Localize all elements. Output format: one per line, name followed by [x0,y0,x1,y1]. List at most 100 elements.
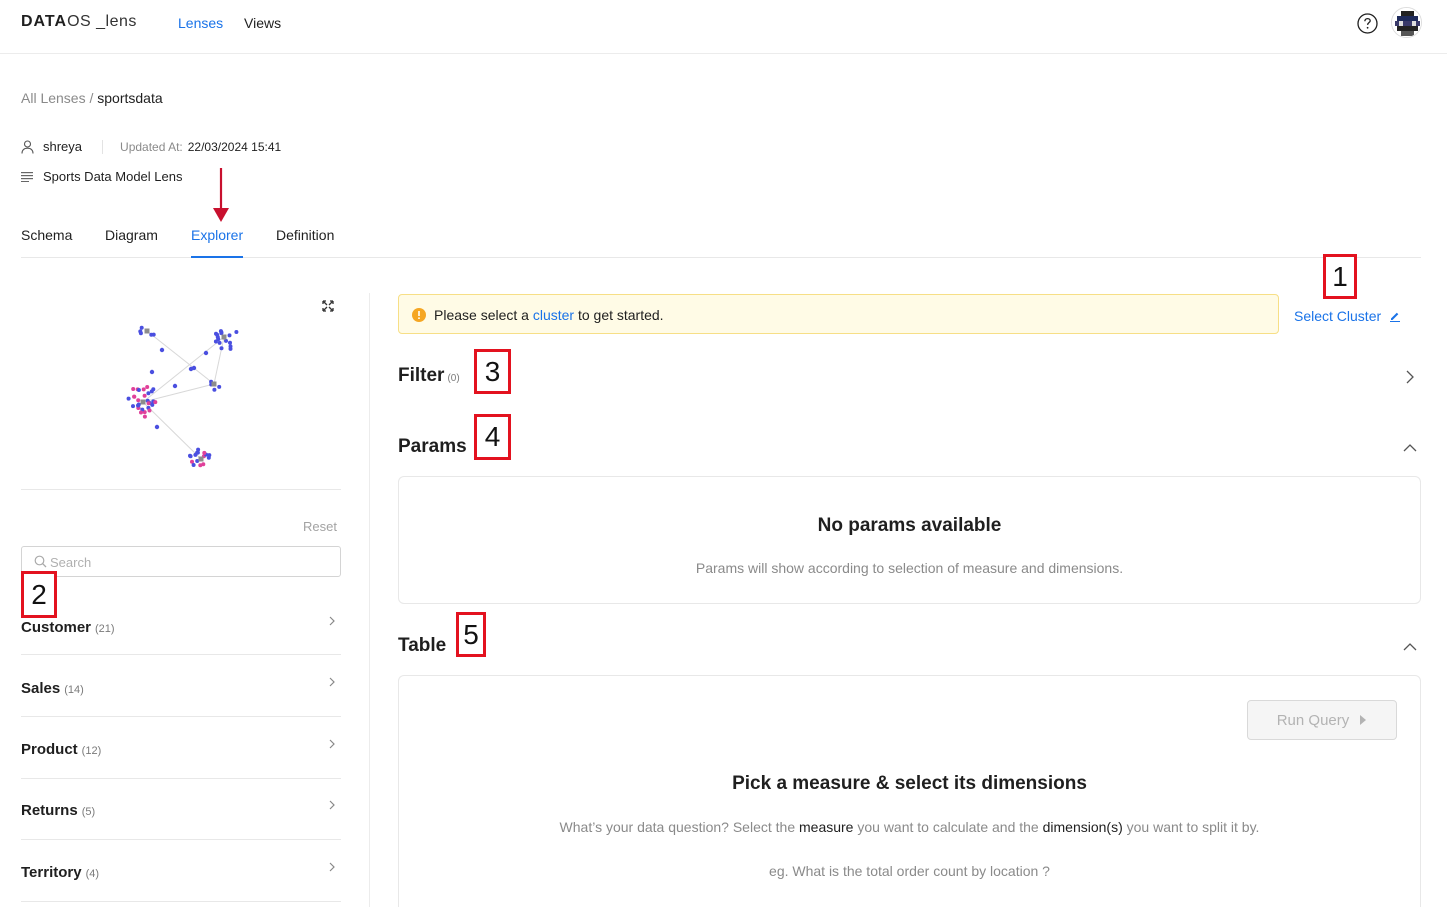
breadcrumb-separator: / [89,90,94,106]
alert-text: Please select a cluster to get started. [434,307,664,323]
expand-icon[interactable] [321,299,335,313]
graph-node [132,394,137,399]
chevron-right-icon[interactable] [1403,370,1417,384]
annotation-5: 5 [456,612,486,657]
entity-name: Product [21,741,78,758]
entity-count: (14) [64,684,84,696]
search-input[interactable] [50,552,330,572]
tab-schema[interactable]: Schema [21,227,72,258]
graph-node [146,391,151,396]
graph-node [136,402,141,407]
entity-name: Sales [21,680,61,697]
graph-node [136,388,141,392]
chevron-right-icon [329,616,335,626]
graph-node [217,340,222,345]
graph-edge [142,401,202,460]
graph-node [172,383,178,389]
table-empty-title: Pick a measure & select its dimensions [732,773,1087,794]
subtitle-part: you want to calculate and the [857,819,1039,835]
description-lines-icon [21,171,33,182]
filter-title: Filter [398,365,445,386]
entity-sales[interactable]: Sales (14) [21,655,341,717]
avatar-image [1392,8,1421,37]
logo-suffix-text: _lens [96,13,137,30]
red-arrow-annotation [213,168,229,222]
graph-node [149,369,155,375]
updated-at-label: Updated At: [120,139,183,154]
entity-count: (4) [85,868,100,880]
meta-divider [102,139,104,154]
graph-node [139,325,144,330]
reset-button[interactable]: Reset [303,519,337,534]
table-example-text: eg. What is the total order count by loc… [769,863,1050,879]
breadcrumb-current: sportsdata [97,90,163,106]
graph-node [206,455,211,460]
entity-label: Territory (4) [21,864,99,881]
params-section-title[interactable]: Params [398,436,467,458]
select-cluster-alert: Please select a cluster to get started. [398,294,1279,334]
dataos-lens-logo[interactable]: DATAOS _lens [21,13,137,31]
chevron-right-icon [329,800,335,810]
graph-node [203,350,209,356]
tab-explorer[interactable]: Explorer [191,227,244,258]
entity-name: Territory [21,864,82,881]
table-card: Run Query Pick a measure & select its di… [398,675,1421,907]
entity-label: Product (12) [21,741,101,758]
params-empty-title: No params available [817,515,1002,536]
entity-count: (5) [81,806,96,818]
alert-cluster-link[interactable]: cluster [533,307,574,323]
graph-node [139,410,143,415]
graph-node [153,400,158,405]
entity-label: Sales (14) [21,680,84,697]
graph-node [219,346,224,351]
entity-territory[interactable]: Territory (4) [21,840,341,902]
tab-diagram[interactable]: Diagram [105,227,158,258]
lens-tabs: Schema Diagram Explorer Definition [21,227,1421,258]
graph-node [136,398,141,403]
select-cluster-button[interactable]: Select Cluster [1294,308,1401,324]
graph-node [217,384,222,389]
lens-description: Sports Data Model Lens [43,169,183,184]
chevron-right-icon [329,862,335,872]
graph-node [141,387,146,392]
user-avatar[interactable] [1391,7,1422,38]
entity-label: Returns (5) [21,802,95,819]
chevron-up-icon[interactable] [1403,640,1417,654]
subtitle-part: What’s your data question? Select the [559,819,796,835]
top-bar: DATAOS _lens Lenses Views [0,0,1447,54]
graph-hub-node [198,456,204,462]
tab-definition[interactable]: Definition [276,227,334,258]
search-icon [34,555,47,568]
entity-returns[interactable]: Returns (5) [21,778,341,840]
nav-views[interactable]: Views [244,15,281,31]
graph-node [159,347,165,353]
filter-section-title[interactable]: Filter (0) [398,365,460,387]
description-row: Sports Data Model Lens [21,169,182,184]
graph-node [228,340,232,345]
graph-node [126,396,131,401]
updated-at-value: 22/03/2024 15:41 [187,139,282,154]
lens-graph-preview[interactable] [21,293,341,490]
entity-customer[interactable]: Customer (21) [21,593,341,655]
nav-lenses[interactable]: Lenses [178,15,223,31]
graph-node [212,387,217,392]
graph-edge [146,330,215,385]
user-icon [21,139,34,154]
logo-os-text: OS [67,13,92,30]
annotation-3: 3 [474,349,511,394]
entity-product[interactable]: Product (12) [21,717,341,779]
graph-node [145,385,150,389]
panel-divider [369,293,370,907]
graph-node [154,424,160,430]
run-query-label: Run Query [1276,711,1350,729]
run-query-button[interactable]: Run Query [1247,700,1397,740]
chevron-up-icon[interactable] [1403,441,1417,455]
entity-name: Returns [21,802,78,819]
params-card: No params available Params will show acc… [398,476,1421,604]
help-circle-icon[interactable] [1357,13,1378,34]
entity-search[interactable] [21,546,341,577]
graph-edge [142,336,225,403]
table-section-title[interactable]: Table [398,635,446,657]
graph-node [188,453,192,458]
breadcrumb-all-lenses[interactable]: All Lenses [21,90,86,106]
